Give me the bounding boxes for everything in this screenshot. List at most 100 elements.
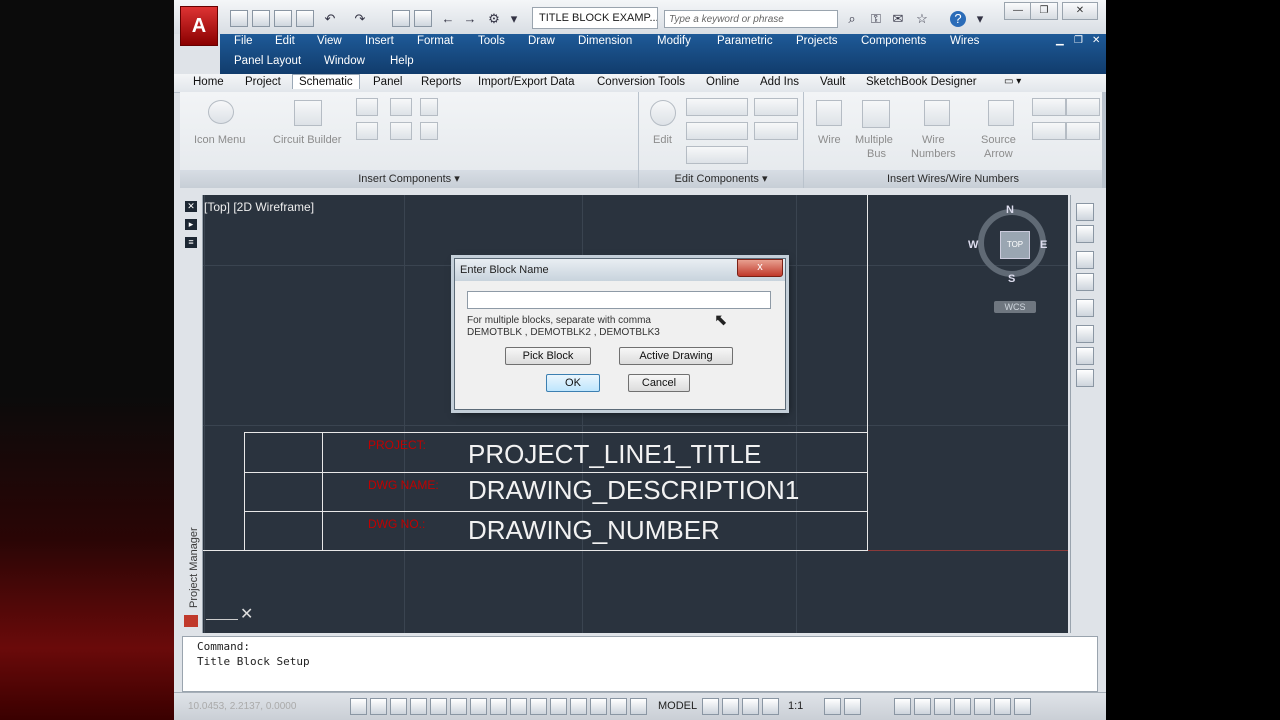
multiple-label[interactable]: Multiple (855, 134, 893, 146)
isolate-objects-icon[interactable] (954, 698, 971, 715)
quick-properties-icon[interactable] (590, 698, 607, 715)
snap-mode-icon[interactable] (370, 698, 387, 715)
close-icon[interactable]: ✕ (1062, 2, 1098, 20)
dynamic-ucs-icon[interactable] (510, 698, 527, 715)
source-arrow-label-2[interactable]: Arrow (984, 148, 1013, 160)
wcs-menu[interactable]: WCS (994, 301, 1036, 313)
nav-tool-icon-6[interactable] (1076, 325, 1094, 343)
menu-help[interactable]: Help (390, 55, 414, 67)
minimize-icon[interactable]: — (1004, 2, 1032, 20)
compass-west[interactable]: W (968, 239, 978, 251)
menu-view[interactable]: View (317, 35, 342, 47)
insert-component-icon-5[interactable] (390, 122, 412, 140)
pick-block-button[interactable]: Pick Block (505, 347, 591, 365)
clean-screen-icon[interactable] (1014, 698, 1031, 715)
wire-numbers-label[interactable]: Wire (922, 134, 945, 146)
edit-tools-row-3[interactable] (686, 146, 748, 164)
source-arrow-label[interactable]: Source (981, 134, 1016, 146)
tab-vault[interactable]: Vault (820, 76, 845, 88)
active-drawing-button[interactable]: Active Drawing (619, 347, 733, 365)
wire-tools-icon-3[interactable] (1032, 122, 1066, 140)
quick-view-drawings-icon[interactable] (722, 698, 739, 715)
publish-icon[interactable] (414, 10, 432, 27)
edit-tools-row-1[interactable] (686, 98, 748, 116)
menu-modify[interactable]: Modify (657, 35, 691, 47)
ok-button[interactable]: OK (546, 374, 600, 392)
menu-edit[interactable]: Edit (275, 35, 295, 47)
palette-close-icon[interactable]: ✕ (185, 201, 197, 212)
panel-insert-components[interactable]: Insert Components ▾ (180, 170, 638, 188)
polar-tracking-icon[interactable] (430, 698, 447, 715)
menu-panel-layout[interactable]: Panel Layout (234, 55, 301, 67)
annotation-monitor-icon[interactable] (630, 698, 647, 715)
toolbar-lock-icon[interactable] (914, 698, 931, 715)
edit-tools-row-1b[interactable] (754, 98, 798, 116)
wire-tools-icon-4[interactable] (1066, 122, 1100, 140)
doc-close-icon[interactable]: ✕ (1092, 35, 1100, 46)
menu-components[interactable]: Components (861, 35, 926, 47)
dynamic-input-icon[interactable] (530, 698, 547, 715)
forward-arrow-icon[interactable]: → (462, 11, 478, 27)
communication-icon[interactable]: ✉ (890, 11, 906, 27)
menu-parametric[interactable]: Parametric (717, 35, 773, 47)
help-dropdown-icon[interactable]: ▾ (972, 11, 988, 27)
compass-north[interactable]: N (1006, 204, 1014, 216)
auto-scale-icon[interactable] (844, 698, 861, 715)
circuit-builder-icon[interactable] (294, 100, 322, 126)
menu-window[interactable]: Window (324, 55, 365, 67)
nav-tool-icon-3[interactable] (1076, 251, 1094, 269)
selection-cycling-icon[interactable] (610, 698, 627, 715)
insert-component-icon-1[interactable] (356, 98, 378, 116)
binoculars-icon[interactable]: ⌕ (844, 11, 860, 27)
wire-label[interactable]: Wire (818, 134, 841, 146)
edit-tools-row-2[interactable] (686, 122, 748, 140)
infer-constraints-icon[interactable] (350, 698, 367, 715)
doc-restore-icon[interactable]: ❐ (1074, 35, 1083, 46)
panel-edit-components[interactable]: Edit Components ▾ (639, 170, 803, 188)
nav-tool-icon-8[interactable] (1076, 369, 1094, 387)
restore-icon[interactable]: ❐ (1030, 2, 1058, 20)
wire-numbers-icon[interactable] (924, 100, 950, 126)
menu-projects[interactable]: Projects (796, 35, 838, 47)
object-snap-tracking-icon[interactable] (490, 698, 507, 715)
object-snap-icon[interactable] (450, 698, 467, 715)
viewport-controls[interactable]: [Top] [2D Wireframe] (204, 200, 314, 214)
tab-panel[interactable]: Panel (373, 76, 402, 88)
tab-add-ins[interactable]: Add Ins (760, 76, 799, 88)
nav-tool-icon-2[interactable] (1076, 225, 1094, 243)
tab-import-export[interactable]: Import/Export Data (478, 76, 575, 88)
quick-view-layouts-icon[interactable] (702, 698, 719, 715)
wire-icon[interactable] (816, 100, 842, 126)
circuit-builder-label[interactable]: Circuit Builder (273, 134, 341, 146)
qat-dropdown-icon[interactable]: ▾ (506, 11, 522, 27)
tab-reports[interactable]: Reports (421, 76, 461, 88)
favorites-star-icon[interactable]: ☆ (914, 11, 930, 27)
menu-tools[interactable]: Tools (478, 35, 505, 47)
wire-tools-icon-2[interactable] (1066, 98, 1100, 116)
subscription-icon[interactable]: ⚿ (868, 11, 884, 27)
cancel-button[interactable]: Cancel (628, 374, 690, 392)
source-arrow-icon[interactable] (988, 100, 1014, 126)
compass-south[interactable]: S (1008, 273, 1015, 285)
new-file-icon[interactable] (230, 10, 248, 27)
block-name-input[interactable] (467, 291, 771, 309)
transparency-icon[interactable] (570, 698, 587, 715)
insert-component-icon-3[interactable] (420, 98, 438, 116)
compass-east[interactable]: E (1040, 239, 1047, 251)
dialog-title-bar[interactable]: Enter Block Name x (455, 259, 785, 281)
edit-component-icon[interactable] (650, 100, 676, 126)
coordinate-readout[interactable]: 10.0453, 2.2137, 0.0000 (188, 701, 296, 712)
edit-label[interactable]: Edit (653, 134, 672, 146)
tab-home[interactable]: Home (193, 76, 224, 88)
pan-icon[interactable] (742, 698, 759, 715)
menu-file[interactable]: File (234, 35, 253, 47)
panel-insert-wires[interactable]: Insert Wires/Wire Numbers (804, 170, 1102, 188)
tab-sketchbook-designer[interactable]: SketchBook Designer (866, 76, 977, 88)
menu-format[interactable]: Format (417, 35, 453, 47)
open-file-icon[interactable] (252, 10, 270, 27)
redo-icon[interactable]: ↷ (352, 11, 368, 27)
plot-icon[interactable] (392, 10, 410, 27)
workspace-switching-icon[interactable] (894, 698, 911, 715)
save-as-icon[interactable] (296, 10, 314, 27)
tab-project[interactable]: Project (245, 76, 281, 88)
